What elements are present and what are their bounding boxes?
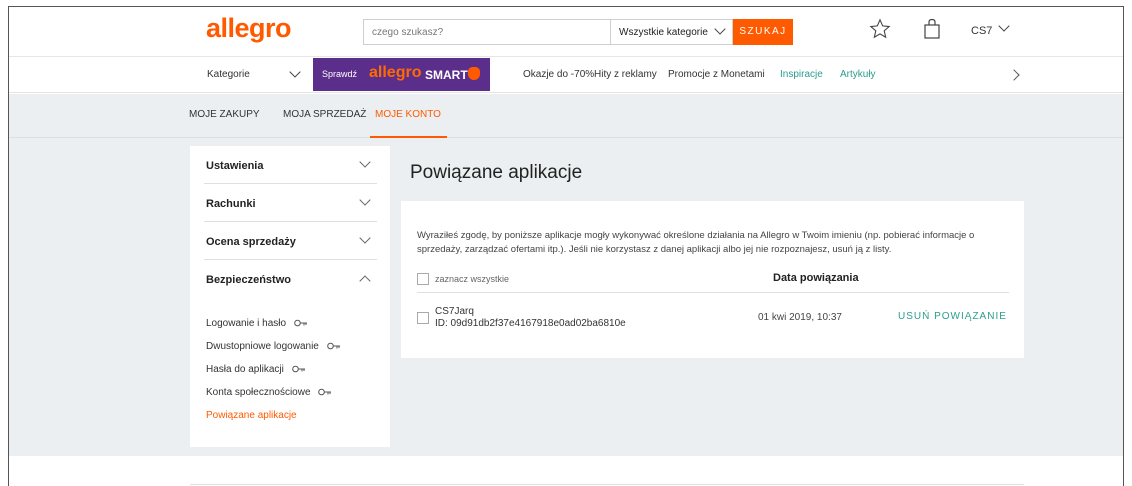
smart-prefix: Sprawdź — [322, 69, 358, 79]
chevron-right-icon[interactable] — [1008, 69, 1020, 81]
sidebar: Ustawienia Rachunki Ocena sprzedaży Bezp… — [190, 146, 390, 447]
chevron-down-icon — [359, 194, 371, 206]
sidebar-section-rachunki[interactable]: Rachunki — [204, 184, 377, 222]
chevron-up-icon — [359, 275, 371, 287]
sidebar-section-ustawienia[interactable]: Ustawienia — [204, 146, 377, 184]
row-divider — [417, 292, 1009, 293]
content-area: MOJE ZAKUPY MOJA SPRZEDAŻ MOJE KONTO Ust… — [9, 94, 1123, 456]
smart-banner[interactable]: Sprawdź allegro SMART — [313, 58, 490, 91]
key-icon — [326, 343, 340, 350]
footer-divider — [190, 484, 1024, 485]
linked-apps-panel: Wyraziłeś zgodę, by poniższe aplikacje m… — [401, 201, 1024, 358]
user-menu[interactable]: CS7 — [971, 25, 992, 37]
chevron-down-icon — [359, 156, 371, 168]
search-button[interactable]: SZUKAJ — [733, 19, 793, 45]
category-select[interactable]: Wszystkie kategorie — [610, 19, 733, 45]
chevron-down-icon — [289, 66, 301, 78]
categories-menu[interactable]: Kategorie — [199, 57, 309, 92]
sidebar-item-label: Logowanie i hasło — [206, 318, 287, 329]
nav-link-promocje[interactable]: Promocje z Monetami — [668, 69, 765, 80]
category-select-label: Wszystkie kategorie — [619, 27, 708, 38]
sidebar-item-label: Hasła do aplikacji — [206, 364, 284, 375]
sidebar-item-konta[interactable]: Konta społecznościowe — [206, 387, 332, 398]
key-icon — [291, 366, 305, 373]
remove-link-button[interactable]: USUŃ POWIĄZANIE — [898, 311, 1007, 322]
select-all-label[interactable]: zaznacz wszystkie — [435, 274, 509, 284]
sidebar-section-label: Bezpieczeństwo — [206, 274, 291, 286]
smart-word: SMART — [425, 68, 468, 82]
page-title: Powiązane aplikacje — [410, 162, 583, 183]
date-column-header: Data powiązania — [773, 272, 859, 284]
account-subnav: MOJE ZAKUPY MOJA SPRZEDAŻ MOJE KONTO — [9, 94, 1123, 138]
sidebar-item-logowanie[interactable]: Logowanie i hasło — [206, 318, 308, 329]
app-name: CS7Jarq — [435, 306, 474, 317]
sidebar-item-label: Dwustopniowe logowanie — [206, 341, 319, 352]
sidebar-item-dwustopniowe[interactable]: Dwustopniowe logowanie — [206, 341, 341, 352]
star-icon[interactable] — [869, 18, 891, 40]
chevron-down-icon — [359, 232, 371, 244]
tab-moje-konto[interactable]: MOJE KONTO — [375, 109, 441, 120]
browser-frame: allegro czego szukasz? Wszystkie kategor… — [8, 6, 1124, 486]
allegro-logo[interactable]: allegro — [206, 13, 292, 44]
tab-moje-zakupy[interactable]: MOJE ZAKUPY — [189, 109, 260, 120]
top-bar: allegro czego szukasz? Wszystkie kategor… — [9, 7, 1123, 57]
panel-description: Wyraziłeś zgodę, by poniższe aplikacje m… — [417, 230, 975, 255]
smart-badge-icon — [468, 67, 480, 80]
cart-icon[interactable] — [922, 18, 942, 40]
categories-label: Kategorie — [207, 69, 250, 80]
tab-moja-sprzedaz[interactable]: MOJA SPRZEDAŻ — [283, 109, 366, 120]
nav-link-artykuly[interactable]: Artykuły — [840, 69, 876, 80]
select-all-checkbox[interactable] — [417, 273, 429, 285]
active-tab-indicator — [370, 136, 447, 138]
nav-link-okazje[interactable]: Okazje do -70% — [523, 69, 594, 80]
nav-link-inspiracje[interactable]: Inspiracje — [780, 69, 823, 80]
sidebar-section-ocena[interactable]: Ocena sprzedaży — [204, 222, 377, 260]
sidebar-section-label: Ocena sprzedaży — [206, 236, 296, 248]
chevron-down-icon — [714, 23, 726, 35]
sidebar-section-bezpieczenstwo[interactable]: Bezpieczeństwo — [204, 260, 377, 298]
sidebar-item-hasla[interactable]: Hasła do aplikacji — [206, 364, 306, 375]
nav-bar: Kategorie Sprawdź allegro SMART Okazje d… — [9, 57, 1123, 93]
key-icon — [318, 389, 332, 396]
nav-link-hity[interactable]: Hity z reklamy — [594, 69, 657, 80]
search-input[interactable]: czego szukasz? — [363, 19, 610, 45]
sidebar-item-label: Konta społecznościowe — [206, 387, 311, 398]
key-icon — [294, 320, 307, 327]
app-id: ID: 09d91db2f37e4167918e0ad02ba6810e — [435, 318, 626, 329]
sidebar-section-label: Ustawienia — [206, 160, 264, 172]
sidebar-item-powiazane[interactable]: Powiązane aplikacje — [206, 410, 297, 421]
app-link-date: 01 kwi 2019, 10:37 — [758, 312, 842, 323]
chevron-down-icon[interactable] — [998, 20, 1010, 32]
sidebar-section-label: Rachunki — [206, 198, 256, 210]
app-row-checkbox[interactable] — [417, 312, 429, 324]
smart-brand: allegro — [369, 64, 422, 81]
